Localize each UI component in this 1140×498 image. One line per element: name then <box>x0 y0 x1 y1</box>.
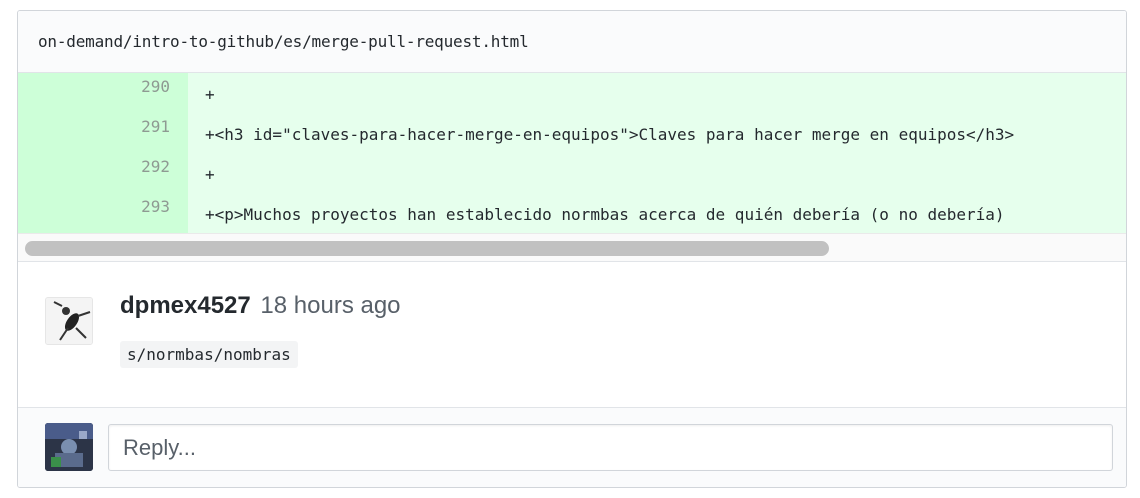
comment-timestamp-link[interactable]: 18 hours ago <box>260 292 400 319</box>
line-code: + <box>188 73 1126 113</box>
reply-input[interactable] <box>108 424 1113 471</box>
line-code: +<h3 id="claves-para-hacer-merge-en-equi… <box>188 113 1126 153</box>
line-number[interactable]: 291 <box>18 113 188 153</box>
file-header: on-demand/intro-to-github/es/merge-pull-… <box>18 11 1126 73</box>
diff-row: 292 + <box>18 153 1126 193</box>
comment-header: dpmex4527 18 hours ago <box>120 292 401 320</box>
user-avatar-icon[interactable] <box>45 297 93 345</box>
diff-table: 290 + 291 +<h3 id="claves-para-hacer-mer… <box>18 73 1126 233</box>
line-code: +<p>Muchos proyectos han establecido nor… <box>188 193 1126 233</box>
file-path-link[interactable]: on-demand/intro-to-github/es/merge-pull-… <box>38 32 529 51</box>
current-user-avatar-icon[interactable] <box>45 423 93 471</box>
line-code: + <box>188 153 1126 193</box>
diff-row: 293 +<p>Muchos proyectos han establecido… <box>18 193 1126 233</box>
comment-body-code: s/normbas/nombras <box>120 341 298 368</box>
review-comment-thread: on-demand/intro-to-github/es/merge-pull-… <box>17 10 1127 488</box>
line-number[interactable]: 290 <box>18 73 188 113</box>
scrollbar-thumb[interactable] <box>25 241 829 256</box>
line-number[interactable]: 292 <box>18 153 188 193</box>
comment-author-link[interactable]: dpmex4527 <box>120 292 251 319</box>
reply-area <box>18 408 1126 487</box>
line-number[interactable]: 293 <box>18 193 188 233</box>
diff-row: 291 +<h3 id="claves-para-hacer-merge-en-… <box>18 113 1126 153</box>
review-comment: dpmex4527 18 hours ago s/normbas/nombras <box>18 262 1126 408</box>
diff-row: 290 + <box>18 73 1126 113</box>
horizontal-scrollbar[interactable] <box>18 233 1126 262</box>
